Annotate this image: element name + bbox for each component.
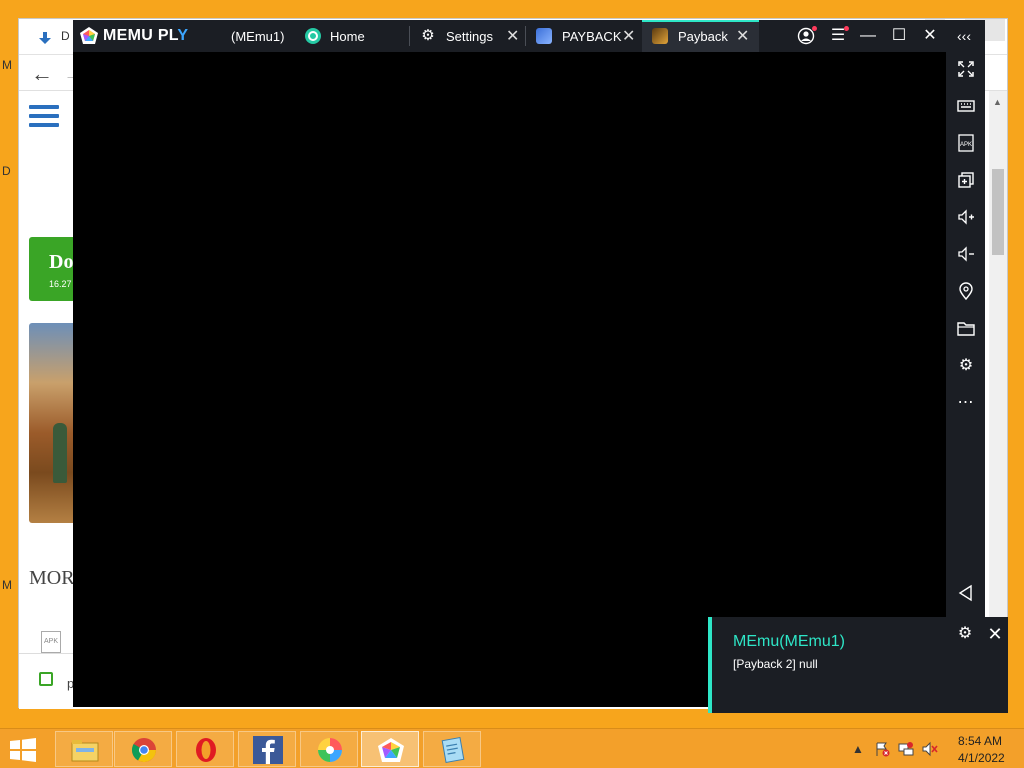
tab-payback-2[interactable]: Payback 2 ✕	[642, 20, 759, 52]
network-icon[interactable]	[898, 741, 914, 757]
tab-settings-label: Settings	[446, 29, 493, 44]
notification-dot	[844, 26, 849, 31]
memu-brand-main: MEMU PL	[103, 27, 178, 44]
tab-close-icon[interactable]: ✕	[736, 26, 749, 46]
clock-time[interactable]: 8:54 AM	[958, 734, 1002, 748]
maximize-icon[interactable]: ☐	[888, 24, 910, 48]
more-options-icon[interactable]: ⋯	[954, 391, 978, 415]
memu-notification[interactable]: MEmu(MEmu1) [Payback 2] null ⚙ ✕	[708, 617, 1008, 713]
memu-logo-icon	[80, 27, 98, 44]
taskbar-chrome[interactable]	[114, 731, 172, 767]
android-screen[interactable]	[73, 52, 946, 707]
footer-app-icon	[39, 672, 53, 686]
settings-gear-icon[interactable]: ⚙	[954, 354, 978, 378]
browser-tab-title[interactable]: D	[61, 29, 70, 43]
tab-settings[interactable]: ⚙ Settings ✕	[410, 20, 525, 52]
memu-sidebar: APK ⚙ ⋯	[946, 52, 985, 707]
taskbar-photos-app[interactable]	[300, 731, 358, 767]
memu-brand-accent: Y	[177, 27, 189, 44]
notification-title: MEmu(MEmu1)	[733, 633, 846, 650]
payback2-app-icon	[652, 28, 668, 44]
apk-icon-label: APK	[960, 142, 972, 148]
payback-app-icon	[536, 28, 552, 44]
notepad-app-icon	[441, 737, 465, 763]
action-center-flag-icon[interactable]	[874, 741, 890, 757]
site-menu-icon[interactable]	[29, 105, 59, 127]
tab-payback[interactable]: PAYBACK ✕	[526, 20, 641, 52]
chrome-icon	[131, 738, 156, 763]
volume-down-icon[interactable]	[954, 243, 978, 267]
volume-muted-icon[interactable]	[922, 741, 938, 757]
taskbar-file-explorer[interactable]	[55, 731, 113, 767]
scrollbar-thumb[interactable]	[992, 169, 1004, 255]
memu-brand: MEMU PLY	[103, 27, 188, 45]
notification-close-icon[interactable]: ✕	[984, 623, 1006, 645]
notification-settings-icon[interactable]: ⚙	[954, 623, 976, 645]
tab-home[interactable]: Home	[297, 20, 409, 52]
memu-window[interactable]: MEMU PLY (MEmu1) Home ⚙ Settings ✕ PAYBA…	[73, 20, 985, 707]
home-app-icon	[305, 28, 321, 44]
desktop-icon-label[interactable]: D	[2, 164, 11, 178]
photos-app-icon	[318, 738, 342, 762]
show-hidden-icons-icon[interactable]: ▲	[850, 741, 866, 757]
desktop-icon-label[interactable]: M	[2, 58, 12, 72]
windows-taskbar: ▲ 8:54 AM 4/1/2022	[0, 728, 1024, 768]
fullscreen-icon[interactable]	[954, 58, 978, 82]
taskbar-facebook[interactable]	[238, 731, 296, 767]
android-back-icon[interactable]	[954, 582, 978, 606]
notification-body: [Payback 2] null	[733, 657, 818, 671]
tab-payback-2-label: Payback 2	[678, 29, 730, 44]
close-icon[interactable]: ✕	[919, 24, 941, 48]
memu-titlebar[interactable]: MEMU PLY (MEmu1) Home ⚙ Settings ✕ PAYBA…	[73, 20, 985, 52]
facebook-icon	[253, 736, 283, 764]
gear-icon: ⚙	[421, 27, 435, 44]
taskbar-notepad-app[interactable]	[423, 731, 481, 767]
tab-home-label: Home	[330, 29, 365, 44]
scroll-up-icon[interactable]: ▲	[993, 97, 1002, 107]
apk-install-icon[interactable]: APK	[954, 132, 978, 156]
volume-up-icon[interactable]	[954, 206, 978, 230]
folder-icon[interactable]	[954, 317, 978, 341]
collapse-sidebar-icon[interactable]: ‹‹‹	[953, 24, 975, 48]
download-banner-title: Do	[49, 251, 74, 273]
back-arrow-icon[interactable]: ←	[31, 61, 53, 87]
apk-file-icon: APK	[41, 631, 61, 653]
more-section-heading: MOR	[29, 567, 75, 589]
multi-instance-icon[interactable]	[954, 169, 978, 193]
browser-scrollbar[interactable]: ▲	[989, 91, 1007, 651]
file-explorer-icon	[71, 740, 99, 762]
download-icon	[37, 29, 53, 45]
opera-icon	[196, 738, 216, 762]
clock-date[interactable]: 4/1/2022	[958, 751, 1005, 765]
tab-close-icon[interactable]: ✕	[622, 26, 635, 46]
notification-dot	[812, 26, 817, 31]
location-icon[interactable]	[954, 280, 978, 304]
memu-taskbar-icon	[378, 738, 404, 762]
keyboard-icon[interactable]	[954, 95, 978, 119]
taskbar-opera[interactable]	[176, 731, 234, 767]
taskbar-memu[interactable]	[361, 731, 419, 767]
game-character-figure	[53, 423, 67, 483]
tab-payback-label: PAYBACK	[562, 29, 622, 44]
tab-close-icon[interactable]: ✕	[506, 26, 519, 46]
desktop-icon-label[interactable]: M	[2, 578, 12, 592]
memu-instance-name: (MEmu1)	[231, 29, 285, 44]
minimize-icon[interactable]: —	[857, 24, 879, 48]
windows-start-icon[interactable]	[8, 737, 38, 763]
